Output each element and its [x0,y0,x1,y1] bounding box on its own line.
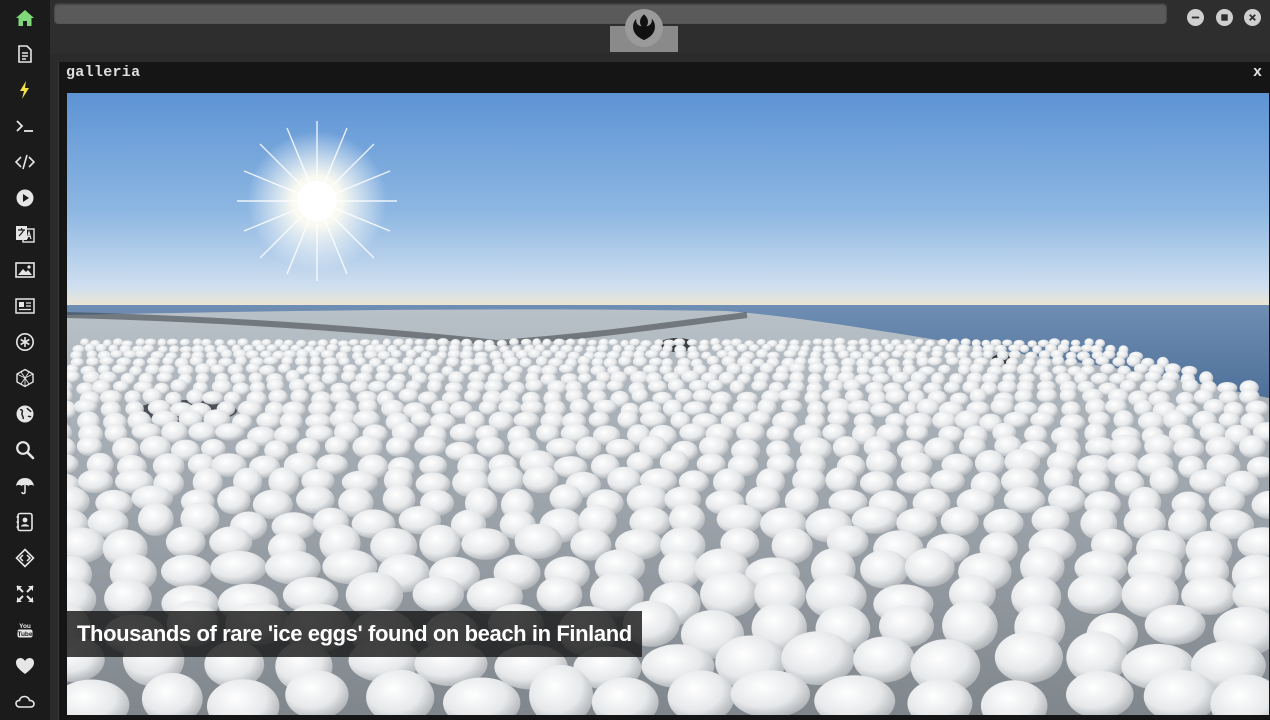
contact-book-icon[interactable] [13,510,37,534]
lightning-icon[interactable] [13,78,37,102]
heart-icon[interactable] [13,654,37,678]
gallery-caption: Thousands of rare 'ice eggs' found on be… [67,611,642,657]
home-icon[interactable] [13,6,37,30]
hexagon-icon[interactable] [13,366,37,390]
gallery-photo[interactable]: Thousands of rare 'ice eggs' found on be… [67,93,1269,715]
umbrella-icon[interactable] [13,474,37,498]
search-icon[interactable] [13,438,37,462]
close-icon[interactable] [1244,9,1261,26]
maximize-icon[interactable] [1216,9,1233,26]
svg-text:Tube: Tube [17,631,32,638]
translate-icon[interactable] [13,222,37,246]
youtube-icon[interactable]: You Tube [13,618,37,642]
minimize-icon[interactable] [1187,9,1204,26]
rebel-alliance-logo-icon[interactable] [625,9,663,47]
code-icon[interactable] [13,150,37,174]
panel-close-button[interactable]: x [1253,64,1262,81]
caption-text: Thousands of rare 'ice eggs' found on be… [77,621,632,646]
document-icon[interactable] [13,42,37,66]
terminal-icon[interactable] [13,114,37,138]
address-bar[interactable] [54,3,1167,24]
asterisk-icon[interactable] [13,330,37,354]
panel-title: galleria [66,64,141,81]
newspaper-icon[interactable] [13,294,37,318]
image-icon[interactable] [13,258,37,282]
play-icon[interactable] [13,186,37,210]
cloud-icon[interactable] [13,690,37,714]
globe-icon[interactable] [13,402,37,426]
top-bar [50,0,1270,54]
expand-icon[interactable] [13,582,37,606]
svg-text:You: You [19,623,31,630]
diamond-code-icon[interactable] [13,546,37,570]
sidebar: You Tube [0,0,50,720]
gallery-panel: galleria x Thousands of rare 'ice eggs' … [58,62,1270,720]
